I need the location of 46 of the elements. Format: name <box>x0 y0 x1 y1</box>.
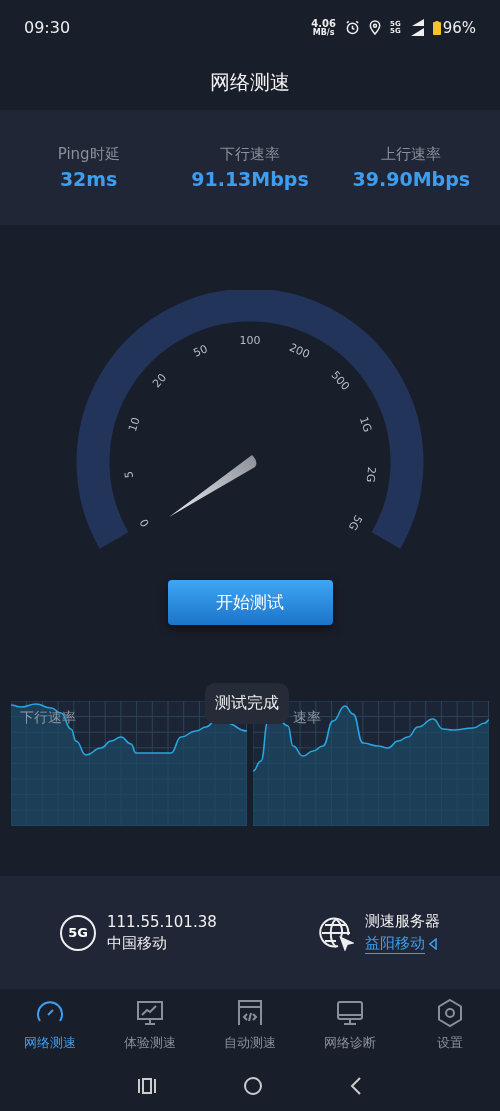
back-icon[interactable] <box>349 1077 363 1095</box>
page-title: 网络测速 <box>210 69 290 96</box>
gauge-scale-label: 5 <box>122 470 136 479</box>
network-speed: 4.06 <box>311 18 337 29</box>
tab[interactable]: 自动测速 <box>200 989 300 1061</box>
tab[interactable]: 体验测速 <box>100 989 200 1061</box>
start-test-button[interactable]: 开始测试 <box>167 580 333 625</box>
stat-value: 39.90Mbps <box>352 168 471 190</box>
server-title: 测速服务器 <box>365 911 440 931</box>
gauge-scale-label: 100 <box>239 334 261 347</box>
gauge-scale-label: 5G <box>345 512 365 533</box>
gauge-scale-label: 1G <box>356 415 375 434</box>
settings-icon <box>435 998 465 1028</box>
chart-label: 速率 <box>292 709 321 727</box>
carrier-name: 中国移动 <box>107 933 168 953</box>
gauge-scale-label: 10 <box>126 415 143 434</box>
stat-label: Ping时延 <box>57 145 120 164</box>
stat-label: 上行速率 <box>381 145 442 164</box>
tab[interactable]: 设置 <box>400 989 500 1061</box>
code-window-icon <box>235 998 265 1028</box>
monitor-icon <box>335 998 365 1028</box>
toast-message: 测试完成 <box>205 683 289 724</box>
battery-icon <box>432 20 441 35</box>
recent-apps-icon[interactable] <box>137 1078 157 1094</box>
gauge-scale-label: 50 <box>191 342 210 360</box>
network-speed-unit: MB/s <box>312 28 335 37</box>
server-name-link[interactable]: 益阳移动 <box>365 933 425 954</box>
status-time: 09:30 <box>24 18 71 37</box>
tab[interactable]: 网络测速 <box>0 989 100 1061</box>
battery-level: 96% <box>442 18 476 37</box>
gauge-scale-label: 0 <box>137 516 153 530</box>
stat-label: 下行速率 <box>220 145 280 164</box>
network-type-badge: 5G <box>60 914 96 951</box>
gauge-scale-label: 200 <box>287 340 312 362</box>
location-icon <box>369 20 382 35</box>
alarm-icon <box>345 20 361 35</box>
tab[interactable]: 网络诊断 <box>300 989 400 1061</box>
gauge-scale-label: 20 <box>150 371 170 391</box>
ip-address: 111.55.101.38 <box>107 912 217 931</box>
caret-left-icon[interactable] <box>429 937 437 950</box>
signal-icon <box>409 19 424 36</box>
stat-value: 32ms <box>59 168 118 190</box>
stat-value: 91.13Mbps <box>191 168 309 190</box>
home-icon[interactable] <box>243 1076 263 1096</box>
chart-monitor-icon <box>135 998 165 1028</box>
gauge-scale-label: 2G <box>363 466 379 484</box>
